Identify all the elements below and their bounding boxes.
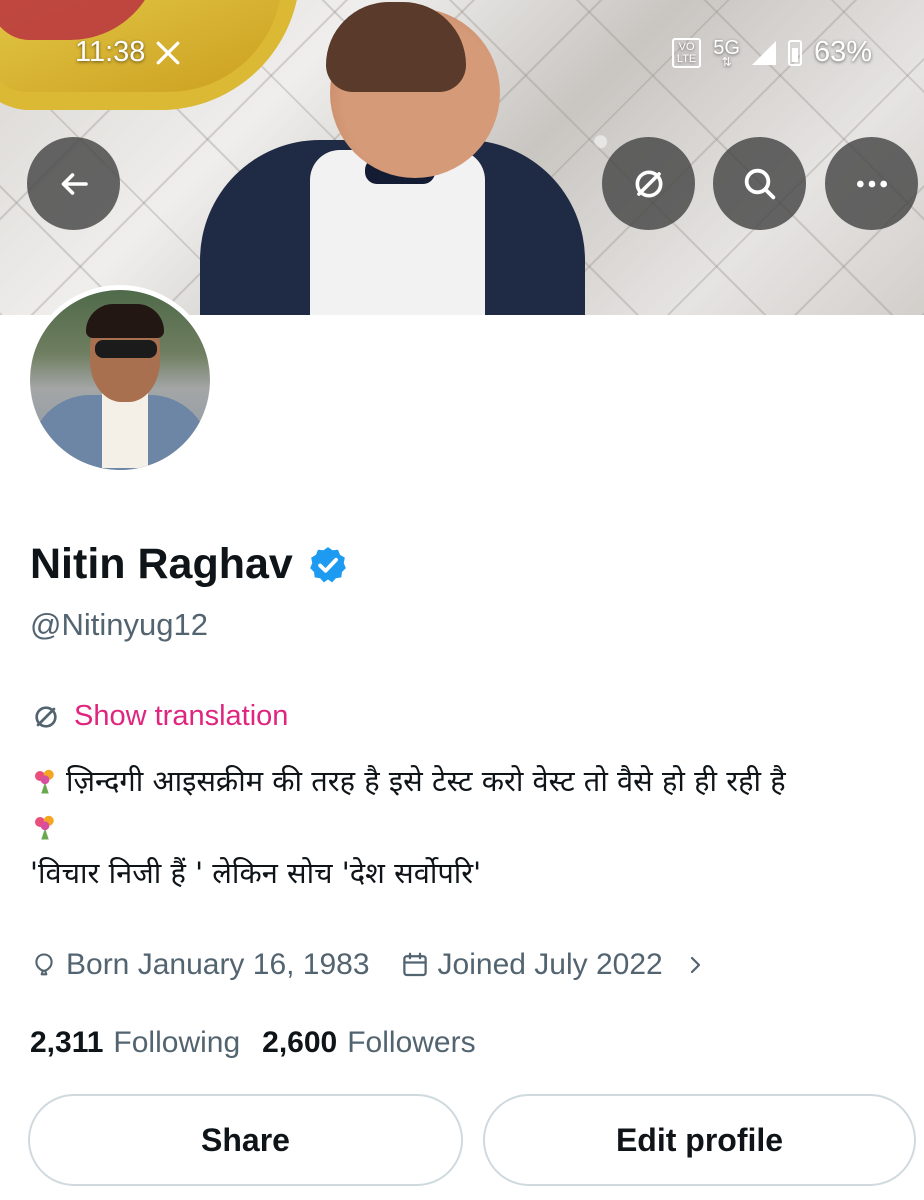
verified-badge-icon[interactable] bbox=[307, 544, 349, 586]
back-button[interactable] bbox=[27, 137, 120, 230]
birthdate-item: Born January 16, 1983 bbox=[30, 948, 370, 982]
follow-stats: 2,311 Following 2,600 Followers bbox=[30, 1026, 476, 1060]
balloon-icon bbox=[35, 953, 53, 976]
bio-line-emoji bbox=[30, 804, 900, 850]
more-button[interactable] bbox=[825, 137, 918, 230]
show-translation-link[interactable]: Show translation bbox=[30, 700, 288, 733]
translate-button[interactable] bbox=[602, 137, 695, 230]
calendar-icon bbox=[402, 952, 427, 977]
joined-item[interactable]: Joined July 2022 bbox=[400, 948, 663, 982]
following-link[interactable]: 2,311 Following bbox=[30, 1026, 240, 1060]
banner-photo-subject bbox=[200, 0, 585, 315]
battery-percent: 63% bbox=[813, 36, 872, 68]
profile-name: Nitin Raghav bbox=[30, 540, 293, 588]
profile-meta: Born January 16, 1983 Joined July 2022 bbox=[30, 948, 707, 982]
battery-icon bbox=[787, 39, 802, 66]
translate-icon bbox=[635, 170, 662, 197]
signal-icon bbox=[751, 40, 776, 65]
translate-icon bbox=[35, 705, 57, 728]
followers-count: 2,600 bbox=[262, 1026, 338, 1059]
share-button[interactable]: Share bbox=[28, 1094, 463, 1186]
followers-link[interactable]: 2,600 Followers bbox=[262, 1026, 475, 1060]
show-translation-label: Show translation bbox=[74, 700, 289, 732]
search-button[interactable] bbox=[713, 137, 806, 230]
more-horizontal-icon bbox=[856, 180, 887, 187]
status-bar-right: VO LTE 5G ⇅ 63% bbox=[671, 36, 872, 69]
chevron-right-icon[interactable] bbox=[683, 953, 707, 977]
bio-line-1: ज़िन्दगी आइसक्रीम की तरह है इसे टेस्ट कर… bbox=[30, 758, 900, 804]
following-count: 2,311 bbox=[30, 1026, 104, 1059]
joined-text: Joined July 2022 bbox=[437, 948, 663, 981]
profile-bio: ज़िन्दगी आइसक्रीम की तरह है इसे टेस्ट कर… bbox=[30, 758, 900, 896]
arrow-left-icon bbox=[61, 172, 88, 195]
profile-name-row: Nitin Raghav bbox=[30, 540, 349, 589]
profile-handle: @Nitinyug12 bbox=[30, 607, 208, 642]
bouquet-emoji-icon bbox=[35, 769, 54, 794]
edit-profile-button[interactable]: Edit profile bbox=[483, 1094, 916, 1186]
status-time: 11:38 bbox=[75, 36, 146, 68]
volte-icon: VO LTE bbox=[671, 37, 702, 68]
avatar-photo bbox=[30, 290, 210, 470]
following-label: Following bbox=[113, 1026, 241, 1059]
status-bar-left: 11:38 bbox=[75, 36, 181, 69]
followers-label: Followers bbox=[347, 1026, 476, 1059]
bio-line-2: 'विचार निजी हैं ' लेकिन सोच 'देश सर्वोपर… bbox=[30, 856, 482, 890]
avatar[interactable] bbox=[25, 285, 215, 475]
bouquet-emoji-icon bbox=[35, 815, 54, 840]
birthdate-text: Born January 16, 1983 bbox=[66, 948, 370, 981]
network-type: 5G ⇅ bbox=[713, 36, 740, 69]
x-logo-icon bbox=[157, 41, 180, 64]
search-icon bbox=[744, 168, 775, 199]
